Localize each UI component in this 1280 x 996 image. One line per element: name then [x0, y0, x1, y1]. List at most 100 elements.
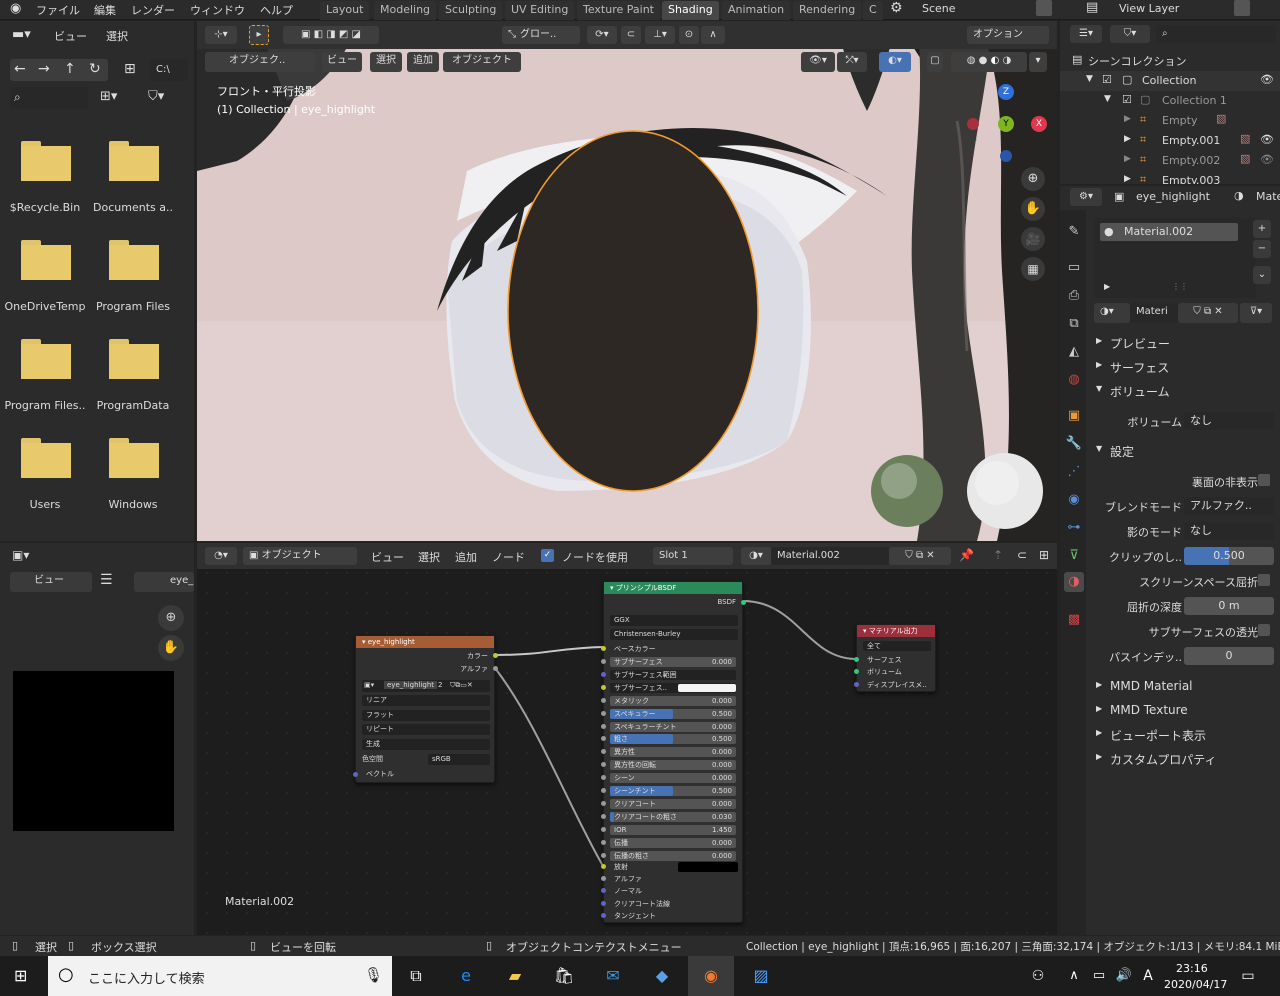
editor-type-icon[interactable]: ⊹▾ [205, 26, 237, 44]
folder-icon[interactable] [21, 438, 71, 478]
bsdf-input-socket[interactable] [601, 788, 606, 793]
new-view-layer-icon[interactable] [1234, 0, 1250, 16]
socket-clearcoat-normal-in[interactable] [601, 901, 606, 906]
bsdf-input-socket[interactable] [601, 762, 606, 768]
vp-select-menu[interactable]: 選択 [370, 52, 402, 72]
bsdf-input-row[interactable]: 異方性 0.000 [601, 747, 736, 758]
view-layer-name[interactable]: View Layer [1119, 2, 1179, 15]
principled-bsdf-node[interactable]: ▾ プリンシプルBSDF BSDF GGX Christensen-Burley… [601, 581, 746, 923]
data-icon[interactable]: ⊽ [1064, 546, 1084, 566]
ime-indicator[interactable]: A [1134, 962, 1162, 990]
folder-icon[interactable] [109, 240, 159, 280]
editor-type-icon[interactable]: ☰▾ [1070, 25, 1102, 43]
image-actions[interactable]: ⛉⧉▭✕ [450, 681, 473, 690]
bsdf-input-row[interactable]: 伝播 0.000 [601, 837, 736, 848]
sss-method-dropdown[interactable]: Christensen-Burley [610, 629, 738, 640]
world-icon[interactable]: ◍ [1064, 370, 1084, 390]
distribution-dropdown[interactable]: GGX [610, 615, 738, 626]
outliner-item-label[interactable]: Empty.003 [1162, 174, 1220, 184]
gizmo-neg-z[interactable] [1000, 150, 1012, 162]
folder-icon[interactable] [109, 141, 159, 181]
expand-icon[interactable]: ▶ [1124, 174, 1131, 184]
node-header[interactable]: ▾ eye_highlight [356, 636, 494, 648]
bsdf-input-row[interactable]: IOR 1.450 [601, 824, 736, 835]
clock-time[interactable]: 23:16 [1176, 962, 1208, 975]
folder-label[interactable]: $Recycle.Bin [0, 201, 93, 214]
fb-search-input[interactable] [10, 87, 88, 109]
section-mmd-texture[interactable]: ▶ MMD Texture [1090, 700, 1278, 722]
expand-icon[interactable]: ▶ [1124, 114, 1131, 124]
bsdf-input-row[interactable]: 伝播の粗さ 0.000 [601, 850, 736, 861]
scene-name[interactable]: Scene [922, 2, 956, 15]
material-output-node[interactable]: ▾ マテリアル出力 全て サーフェス ボリューム ディスプレイスメ.. [854, 624, 936, 692]
image-browse[interactable]: ▣▾ eye_highlight 2 ⛉⧉▭✕ [362, 680, 490, 692]
chevron-up-icon[interactable]: ∧ [1060, 962, 1088, 990]
folder-label[interactable]: OneDriveTemp [0, 300, 93, 313]
microphone-icon[interactable]: 🎙 [364, 966, 383, 984]
editor-type-icon[interactable]: ⚙▾ [1070, 188, 1102, 206]
scene-props-icon[interactable]: ◭ [1064, 342, 1084, 362]
image-texture-node[interactable]: ▾ eye_highlight カラー アルファ ▣▾ eye_highligh… [353, 635, 498, 783]
bsdf-input-socket[interactable] [601, 800, 606, 806]
extension-dropdown[interactable]: リピート [362, 724, 490, 735]
blend-dropdown[interactable]: アルファク.. [1184, 497, 1274, 515]
bsdf-input-row[interactable]: スペキュラーチント 0.000 [601, 721, 736, 732]
scene-icon[interactable]: ⚙ [890, 0, 903, 16]
resize-grip-icon[interactable]: ⋮⋮ [1172, 282, 1188, 291]
socket-displacement-in[interactable] [854, 682, 859, 687]
outliner-item-label[interactable]: Collection [1142, 74, 1196, 87]
section-preview[interactable]: ▶ プレビュー [1090, 332, 1278, 354]
folder-label[interactable]: Users [0, 498, 93, 511]
pan-hand-icon[interactable]: ✋ [158, 635, 184, 661]
folder-icon[interactable] [21, 240, 71, 280]
expand-icon[interactable]: ▶ [1124, 154, 1131, 164]
folder-label[interactable]: Program Files [85, 300, 181, 313]
bsdf-input-row[interactable]: シーンチント 0.500 [601, 786, 736, 796]
proportional-icon[interactable]: ⊙ [679, 26, 699, 44]
vp-view-menu[interactable]: ビュー [322, 52, 362, 72]
eye-icon[interactable]: 👁 [1260, 133, 1274, 146]
ie-image-browse[interactable]: eye_ [134, 572, 194, 592]
folder-icon[interactable] [109, 438, 159, 478]
section-settings[interactable]: ▼ 設定 [1090, 440, 1278, 462]
edge-icon[interactable]: e [452, 962, 480, 990]
menu-window[interactable]: ウィンドウ [190, 2, 245, 18]
editor-type-icon[interactable]: ▬▾ [12, 27, 31, 42]
tab-sculpting[interactable]: Sculpting [439, 1, 503, 20]
bsdf-input-socket[interactable] [601, 775, 606, 781]
expand-icon[interactable]: ▼ [1104, 94, 1111, 104]
folder-label[interactable]: Program Files.. [0, 399, 93, 412]
render-icon[interactable]: ▭ [1064, 258, 1084, 278]
bsdf-input-socket[interactable] [601, 736, 606, 742]
ie-view-menu[interactable]: ビュー [10, 572, 92, 592]
refr-depth-field[interactable]: 0 m [1184, 597, 1274, 615]
outliner-item-label[interactable]: Empty [1162, 114, 1197, 127]
bsdf-input-socket[interactable] [601, 659, 606, 664]
menu-render[interactable]: レンダー [131, 2, 175, 18]
modifier-icon[interactable]: 🔧 [1064, 434, 1084, 454]
back-icon[interactable]: ← [14, 61, 26, 77]
socket-surface-in[interactable] [854, 657, 859, 662]
expand-icon[interactable]: ▶ [1104, 282, 1110, 291]
checkbox-icon[interactable]: ☑ [1122, 93, 1132, 106]
zoom-icon[interactable]: ⊕ [158, 605, 184, 631]
slot-menu-icon[interactable]: ⌄ [1253, 266, 1271, 284]
socket-vector-in[interactable] [353, 772, 358, 777]
menu-file[interactable]: ファイル [36, 2, 80, 18]
shading-options-icon[interactable]: ▾ [1029, 52, 1047, 72]
shading-modes[interactable]: ◍ ● ◐ ◑ [951, 52, 1027, 72]
visibility-icon[interactable]: 👁▾ [801, 52, 835, 72]
clip-slider[interactable]: 0.500 [1184, 547, 1274, 565]
tab-shading[interactable]: Shading [662, 1, 719, 20]
overlay-icon[interactable]: ◐▾ [879, 52, 911, 72]
outliner-row[interactable]: ▼ ☑ ▢ Collection 1 [1060, 91, 1280, 111]
folder-label[interactable]: Windows [85, 498, 181, 511]
zoom-icon[interactable]: ⊕ [1021, 167, 1045, 191]
folder-label[interactable]: Documents a.. [85, 201, 181, 214]
tab-modeling[interactable]: Modeling [374, 1, 437, 20]
app-icon[interactable]: ◆ [648, 962, 676, 990]
display-mode-icon[interactable]: ⊞▾ [100, 89, 117, 104]
outliner-row[interactable]: ▶ ⌗ Empty ▧ [1060, 111, 1280, 131]
socket-emission-in[interactable] [601, 864, 606, 869]
camera-icon[interactable]: 🎥 [1021, 227, 1045, 251]
